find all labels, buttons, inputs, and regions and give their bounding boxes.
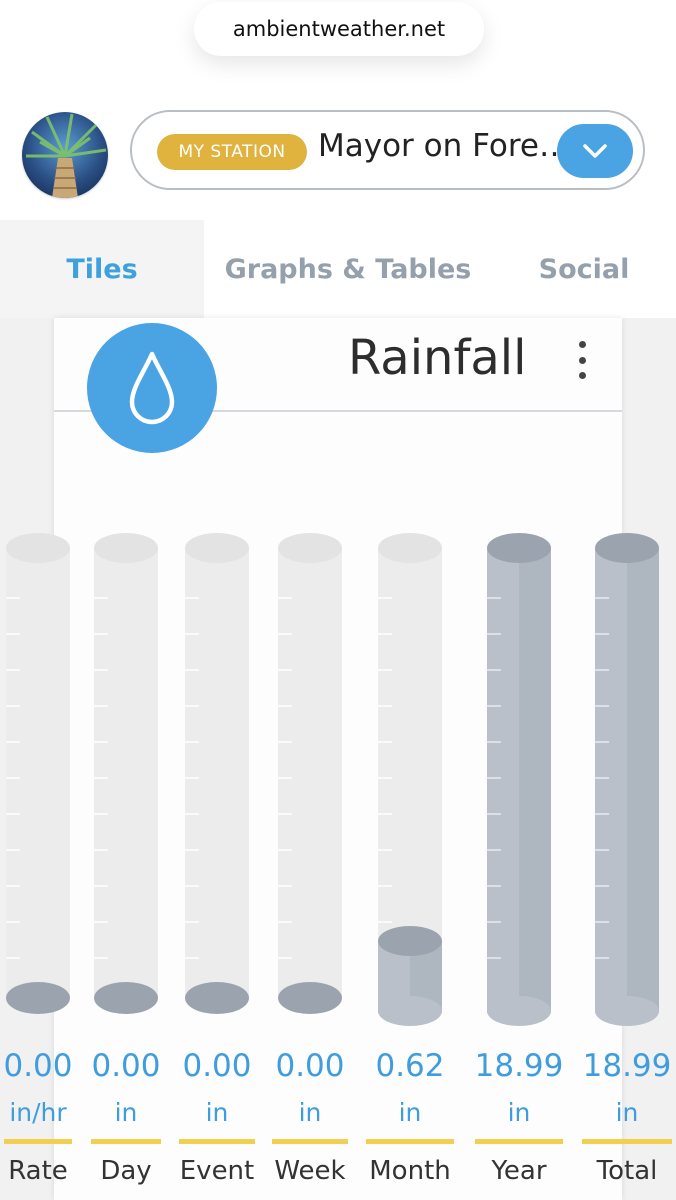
tube-body bbox=[185, 548, 249, 998]
gauge-underline bbox=[366, 1139, 454, 1144]
gauge-underline bbox=[272, 1139, 348, 1144]
gauge-value: 18.99 bbox=[582, 1048, 672, 1084]
tube-bottom bbox=[94, 982, 158, 1014]
gauge-value: 18.99 bbox=[474, 1048, 564, 1084]
tube-body bbox=[278, 548, 342, 998]
tube-bottom bbox=[278, 982, 342, 1014]
gauge-unit: in bbox=[615, 1098, 639, 1127]
rainfall-gauges: 0.00 in/hr Rate 0.00 in Day 0.00 in Event 0.00 in W… bbox=[0, 0, 676, 1200]
gauge-tube bbox=[487, 533, 551, 1026]
gauge-tube bbox=[595, 533, 659, 1026]
tube-top bbox=[6, 533, 70, 563]
gauge-month: 0.62 in Month bbox=[350, 0, 470, 1200]
gauge-underline bbox=[91, 1139, 161, 1144]
tube-top bbox=[278, 533, 342, 563]
gauge-value: 0.62 bbox=[375, 1048, 445, 1084]
gauge-total: 18.99 in Total bbox=[567, 0, 676, 1200]
gauge-label: Month bbox=[369, 1156, 451, 1186]
tube-fill-top bbox=[378, 926, 442, 956]
gauge-unit: in bbox=[507, 1098, 531, 1127]
tube-fill-top bbox=[487, 533, 551, 563]
gauge-label: Year bbox=[491, 1156, 547, 1186]
gauge-underline bbox=[4, 1139, 72, 1144]
tube-bottom bbox=[185, 982, 249, 1014]
gauge-underline bbox=[582, 1139, 672, 1144]
tube-bottom bbox=[6, 982, 70, 1014]
tube-fill-top bbox=[595, 533, 659, 563]
tube-top bbox=[378, 533, 442, 563]
tube-top bbox=[185, 533, 249, 563]
gauge-tube bbox=[378, 533, 442, 1026]
tube-body bbox=[94, 548, 158, 998]
gauge-unit: in bbox=[398, 1098, 422, 1127]
gauge-label: Total bbox=[596, 1156, 658, 1186]
gauge-year: 18.99 in Year bbox=[459, 0, 579, 1200]
tube-body bbox=[6, 548, 70, 998]
gauge-underline bbox=[475, 1139, 563, 1144]
tube-top bbox=[94, 533, 158, 563]
gauge-underline bbox=[179, 1139, 255, 1144]
